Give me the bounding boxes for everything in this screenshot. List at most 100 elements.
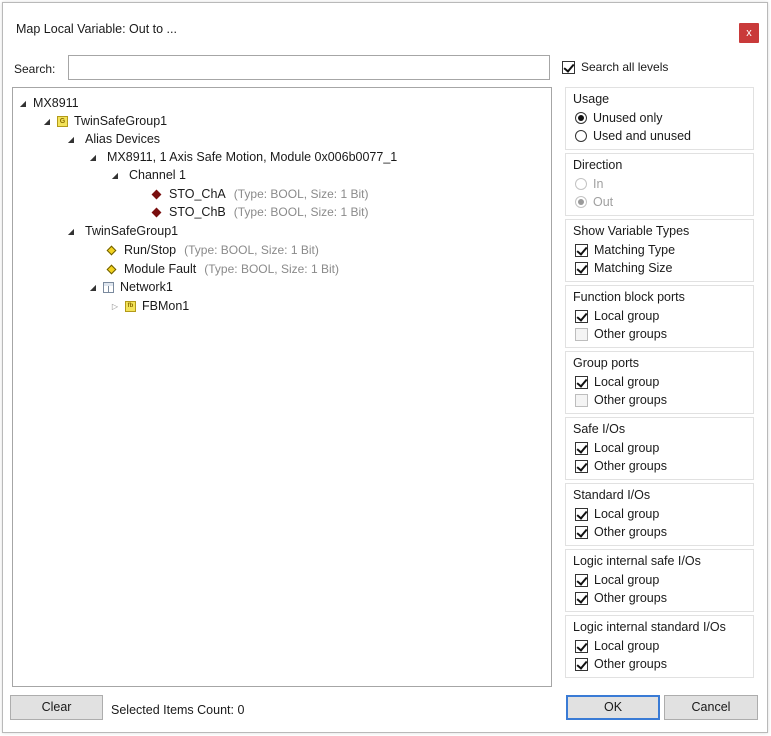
- option-label: Matching Size: [594, 261, 673, 275]
- tree-node-module-fault[interactable]: Module Fault (Type: BOOL, Size: 1 Bit): [102, 260, 339, 278]
- expanded-arrow-icon[interactable]: ◢: [87, 153, 99, 162]
- search-all-levels-checkbox[interactable]: Search all levels: [562, 60, 668, 74]
- tree-node-type: (Type: BOOL, Size: 1 Bit): [233, 187, 369, 201]
- red-diamond-icon: [151, 189, 162, 199]
- checkbox[interactable]: [575, 459, 588, 473]
- lis-local-group-checkbox[interactable]: Local group: [575, 573, 659, 587]
- direction-out-radio[interactable]: Out: [575, 195, 613, 209]
- radio-button[interactable]: [575, 178, 587, 190]
- checkbox[interactable]: [575, 393, 588, 407]
- function-block-ports-title: Function block ports: [573, 290, 685, 304]
- yellow-diamond-icon: [106, 264, 117, 274]
- checkbox[interactable]: [575, 441, 588, 455]
- lis-other-groups-checkbox[interactable]: Other groups: [575, 591, 667, 605]
- safe-local-group-checkbox[interactable]: Local group: [575, 441, 659, 455]
- option-label: Local group: [594, 639, 660, 653]
- direction-title: Direction: [573, 158, 623, 172]
- expanded-arrow-icon[interactable]: ◢: [17, 99, 29, 108]
- tree-node-label: MX8911: [33, 96, 79, 110]
- tree-node-type: (Type: BOOL, Size: 1 Bit): [233, 205, 369, 219]
- option-label: Used and unused: [593, 129, 691, 143]
- direction-in-radio[interactable]: In: [575, 177, 603, 191]
- logic-internal-safe-ios-title: Logic internal safe I/Os: [573, 554, 701, 568]
- network-icon: [103, 281, 114, 293]
- tree-node-type: (Type: BOOL, Size: 1 Bit): [184, 243, 319, 257]
- option-label: Local group: [594, 507, 660, 521]
- checkbox[interactable]: [575, 243, 588, 257]
- expanded-arrow-icon[interactable]: ◢: [87, 283, 99, 292]
- tree-node-mx8911-module[interactable]: ◢ MX8911, 1 Axis Safe Motion, Module 0x0…: [87, 148, 397, 166]
- gp-other-groups-checkbox[interactable]: Other groups: [575, 393, 667, 407]
- search-all-levels-label: Search all levels: [581, 60, 669, 74]
- search-label: Search:: [14, 62, 56, 76]
- option-label: Local group: [594, 441, 660, 455]
- option-label: Other groups: [594, 591, 667, 605]
- tree-node-label: STO_ChA: [169, 187, 226, 201]
- red-diamond-icon: [151, 207, 162, 217]
- ok-button[interactable]: OK: [566, 695, 660, 720]
- selected-items-count: Selected Items Count: 0: [111, 703, 245, 717]
- close-icon: x: [746, 27, 752, 39]
- logic-internal-safe-ios-group: Logic internal safe I/Os Local group Oth…: [565, 549, 754, 612]
- radio-button[interactable]: [575, 196, 587, 208]
- tree-node-run-stop[interactable]: Run/Stop (Type: BOOL, Size: 1 Bit): [102, 241, 319, 259]
- expanded-arrow-icon[interactable]: ◢: [109, 171, 121, 180]
- matching-size-checkbox[interactable]: Matching Size: [575, 261, 673, 275]
- close-button[interactable]: x: [739, 23, 759, 43]
- option-label: In: [593, 177, 604, 191]
- safe-other-groups-checkbox[interactable]: Other groups: [575, 459, 667, 473]
- safe-ios-title: Safe I/Os: [573, 422, 626, 436]
- checkbox[interactable]: [575, 591, 588, 605]
- radio-button[interactable]: [575, 112, 587, 124]
- search-input[interactable]: [68, 55, 550, 80]
- clear-button[interactable]: Clear: [10, 695, 103, 720]
- direction-group: Direction In Out: [565, 153, 754, 216]
- std-other-groups-checkbox[interactable]: Other groups: [575, 525, 667, 539]
- tree-node-twinsafegroup-2[interactable]: ◢ TwinSafeGroup1: [65, 222, 178, 240]
- usage-unused-only-radio[interactable]: Unused only: [575, 111, 663, 125]
- checkbox[interactable]: [575, 327, 588, 341]
- tree-node-sto-cha[interactable]: STO_ChA (Type: BOOL, Size: 1 Bit): [147, 185, 368, 203]
- std-local-group-checkbox[interactable]: Local group: [575, 507, 659, 521]
- cancel-button[interactable]: Cancel: [664, 695, 758, 720]
- tree-node-sto-chb[interactable]: STO_ChB (Type: BOOL, Size: 1 Bit): [147, 203, 368, 221]
- usage-used-and-unused-radio[interactable]: Used and unused: [575, 129, 691, 143]
- tree-node-label: FBMon1: [142, 299, 190, 313]
- listd-local-group-checkbox[interactable]: Local group: [575, 639, 659, 653]
- tree-node-network1[interactable]: ◢ Network1: [87, 278, 173, 296]
- checkbox[interactable]: [575, 573, 588, 587]
- checkbox[interactable]: [575, 375, 588, 389]
- listd-other-groups-checkbox[interactable]: Other groups: [575, 657, 667, 671]
- gp-local-group-checkbox[interactable]: Local group: [575, 375, 659, 389]
- option-label: Unused only: [593, 111, 663, 125]
- tree-node-fbmon1[interactable]: ▷ fb FBMon1: [109, 297, 189, 315]
- collapsed-arrow-icon[interactable]: ▷: [109, 302, 121, 311]
- checkbox[interactable]: [575, 525, 588, 539]
- variable-types-title: Show Variable Types: [573, 224, 690, 238]
- title-bar[interactable]: Map Local Variable: Out to ... x: [3, 3, 767, 53]
- option-label: Out: [593, 195, 614, 209]
- variable-tree[interactable]: ◢ MX8911 ◢ G TwinSafeGroup1 ◢ Alias Devi…: [12, 87, 552, 687]
- expanded-arrow-icon[interactable]: ◢: [41, 117, 53, 126]
- matching-type-checkbox[interactable]: Matching Type: [575, 243, 675, 257]
- option-label: Local group: [594, 309, 660, 323]
- standard-ios-group: Standard I/Os Local group Other groups: [565, 483, 754, 546]
- group-ports-title: Group ports: [573, 356, 640, 370]
- expanded-arrow-icon[interactable]: ◢: [65, 135, 77, 144]
- fb-local-group-checkbox[interactable]: Local group: [575, 309, 659, 323]
- tree-node-twinsafegroup[interactable]: ◢ G TwinSafeGroup1: [41, 112, 167, 130]
- checkbox[interactable]: [575, 639, 588, 653]
- tree-node-channel-1[interactable]: ◢ Channel 1: [109, 166, 186, 184]
- fb-other-groups-checkbox[interactable]: Other groups: [575, 327, 667, 341]
- checkbox[interactable]: [575, 657, 588, 671]
- radio-button[interactable]: [575, 130, 587, 142]
- checkbox[interactable]: [575, 507, 588, 521]
- tree-node-alias-devices[interactable]: ◢ Alias Devices: [65, 130, 160, 148]
- expanded-arrow-icon[interactable]: ◢: [65, 227, 77, 236]
- checkbox[interactable]: [575, 309, 588, 323]
- option-label: Other groups: [594, 393, 667, 407]
- search-all-levels-check[interactable]: [562, 60, 575, 74]
- tree-node-mx8911[interactable]: ◢ MX8911: [17, 94, 79, 112]
- group-icon: G: [57, 115, 68, 127]
- checkbox[interactable]: [575, 261, 588, 275]
